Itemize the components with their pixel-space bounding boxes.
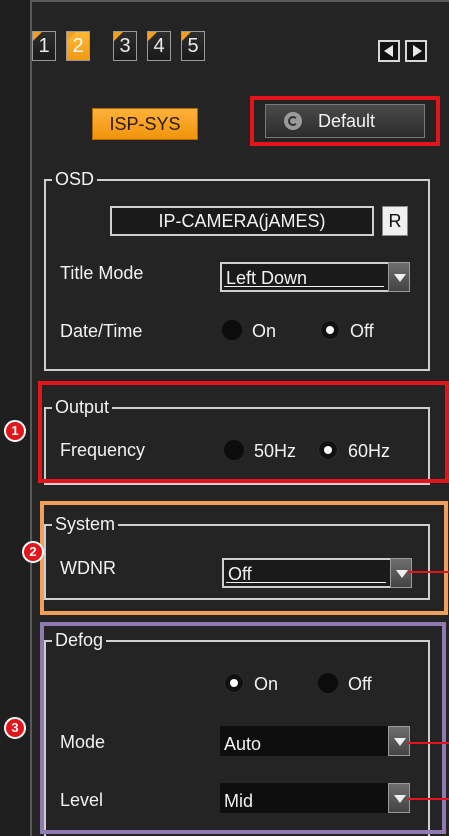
chevron-down-icon[interactable] bbox=[388, 262, 410, 292]
tab-corner-icon bbox=[148, 32, 157, 41]
tab-4[interactable]: 4 bbox=[147, 31, 171, 61]
highlight-default bbox=[250, 96, 440, 146]
datetime-off-radio[interactable] bbox=[320, 320, 340, 340]
datetime-label: Date/Time bbox=[60, 321, 143, 341]
osd-title: OSD bbox=[52, 168, 98, 190]
arrow-right-icon bbox=[413, 45, 422, 57]
datetime-on-label: On bbox=[252, 321, 277, 341]
tab-corner-icon bbox=[114, 32, 123, 41]
tab-1[interactable]: 1 bbox=[32, 31, 56, 61]
callout-line bbox=[408, 798, 449, 800]
title-mode-label: Title Mode bbox=[60, 263, 144, 283]
prev-page-button[interactable] bbox=[378, 40, 400, 62]
tab-2[interactable]: 2 bbox=[66, 31, 90, 61]
tab-corner-icon bbox=[67, 32, 76, 41]
arrow-left-icon bbox=[384, 45, 393, 57]
datetime-off-label: Off bbox=[350, 321, 374, 341]
callout-line bbox=[408, 742, 449, 744]
camera-name-field[interactable]: IP-CAMERA(jAMES) bbox=[110, 206, 374, 236]
callout-line bbox=[408, 571, 449, 573]
refresh-name-button[interactable]: R bbox=[382, 206, 408, 236]
highlight-defog bbox=[40, 622, 446, 834]
tab-5[interactable]: 5 bbox=[181, 31, 205, 61]
title-mode-select[interactable]: Left Down bbox=[220, 262, 410, 292]
marker-3: 3 bbox=[4, 717, 26, 739]
tab-corner-icon bbox=[33, 32, 42, 41]
isp-sys-button[interactable]: ISP-SYS bbox=[92, 108, 198, 140]
tab-3[interactable]: 3 bbox=[113, 31, 137, 61]
highlight-output bbox=[38, 381, 449, 483]
marker-2: 2 bbox=[22, 541, 44, 563]
datetime-on-radio[interactable] bbox=[222, 320, 242, 340]
marker-1: 1 bbox=[4, 420, 26, 442]
tab-corner-icon bbox=[182, 32, 191, 41]
next-page-button[interactable] bbox=[405, 40, 427, 62]
highlight-system bbox=[40, 501, 448, 615]
